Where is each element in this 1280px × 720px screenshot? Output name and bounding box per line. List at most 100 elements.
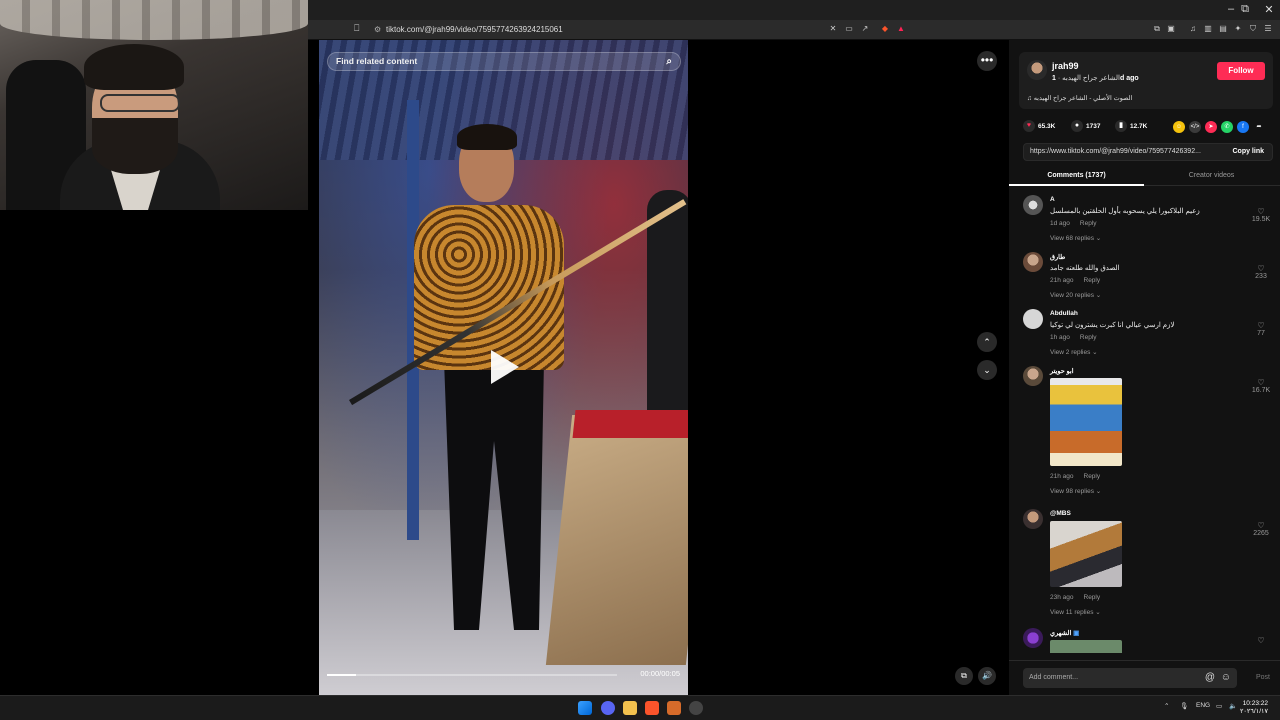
streamer-beard — [92, 118, 178, 174]
comment-like[interactable]: ♡ 233 — [1249, 264, 1273, 280]
embed-icon[interactable]: </> — [1189, 121, 1201, 133]
video-link[interactable]: https://www.tiktok.com/@jrah99/video/759… — [1030, 144, 1212, 160]
comment-image-sticker[interactable] — [1050, 378, 1122, 466]
vpn-icon[interactable]: ⛉ — [1248, 24, 1258, 34]
sidebar-icon[interactable]: ▥ — [1203, 24, 1213, 34]
comment-input[interactable]: Add comment... @ ☺ — [1023, 668, 1237, 688]
comment-author[interactable]: A — [1050, 196, 1055, 203]
tab-creator-videos[interactable]: Creator videos — [1144, 168, 1279, 186]
creator-username[interactable]: jrah99 — [1052, 61, 1079, 71]
file-explorer-icon[interactable] — [623, 701, 637, 715]
post-button[interactable]: Post — [1256, 668, 1270, 688]
windows-start-icon[interactable] — [578, 701, 592, 715]
save-stat[interactable]: ▮ 12.7K — [1115, 120, 1147, 134]
wallet-icon[interactable]: ▤ — [1218, 24, 1228, 34]
discord-icon[interactable] — [601, 701, 615, 715]
comment-like[interactable]: ♡ 77 — [1249, 321, 1273, 337]
comment-author[interactable]: Abdullah — [1050, 310, 1078, 317]
media-icon[interactable]: ♫ — [1188, 24, 1198, 34]
mention-icon[interactable]: @ — [1205, 668, 1215, 688]
comment-author[interactable]: ابو حويتر — [1050, 367, 1074, 375]
rewards-icon[interactable]: ▲ — [896, 24, 906, 34]
view-replies-label: View 20 replies — [1050, 292, 1094, 299]
avatar[interactable] — [1023, 309, 1043, 329]
view-replies[interactable]: View 98 replies ⌄ — [1050, 487, 1101, 495]
cast-icon[interactable]: ▭ — [844, 24, 854, 34]
tray-chevron-icon[interactable]: ⌃ — [1164, 702, 1169, 710]
comment-stat[interactable]: ● 1737 — [1071, 120, 1100, 134]
comment-like[interactable]: ♡ 19.5K — [1249, 207, 1273, 223]
site-info-icon[interactable]: ⚙ — [374, 22, 381, 38]
comment-image[interactable] — [1050, 521, 1122, 587]
leo-icon[interactable]: ✦ — [1233, 24, 1243, 34]
find-related-search[interactable]: Find related content ⌕ — [327, 52, 681, 71]
view-replies[interactable]: View 68 replies ⌄ — [1050, 234, 1101, 242]
follow-button[interactable]: Follow — [1217, 62, 1265, 80]
camera-off-icon[interactable]: ✕ — [828, 24, 838, 34]
brave-shield-icon[interactable]: ◆ — [880, 24, 890, 34]
tab-manager-icon[interactable]: ▣ — [1166, 24, 1176, 34]
comment-like[interactable]: ♡ — [1249, 636, 1273, 645]
reply-button[interactable]: Reply — [1080, 220, 1097, 227]
reply-button[interactable]: Reply — [1084, 594, 1101, 601]
avatar[interactable] — [1023, 366, 1043, 386]
sound-line[interactable]: ♫ الصوت الأصلي - الشاعر جراح الهيدبه — [1027, 94, 1132, 102]
search-icon[interactable]: ⌕ — [666, 53, 672, 70]
avatar[interactable] — [1023, 509, 1043, 529]
view-replies[interactable]: View 2 replies ⌄ — [1050, 348, 1098, 356]
comment-author[interactable]: طارق — [1050, 253, 1065, 261]
language-indicator[interactable]: ENG — [1196, 702, 1210, 709]
avatar[interactable] — [1023, 252, 1043, 272]
more-options-button[interactable]: ••• — [977, 51, 997, 71]
comment-author[interactable]: الشهري ▣ — [1050, 629, 1079, 637]
volume-tray-icon[interactable]: 🔈 — [1229, 702, 1237, 710]
reply-button[interactable]: Reply — [1080, 334, 1097, 341]
send-icon[interactable]: ➤ — [1205, 121, 1217, 133]
view-replies[interactable]: View 20 replies ⌄ — [1050, 291, 1101, 299]
brave-browser-icon[interactable] — [645, 701, 659, 715]
play-icon[interactable] — [491, 350, 519, 384]
creator-display-name[interactable]: الشاعر جراح الهيدبه — [1062, 75, 1120, 82]
share-more-icon[interactable]: ➦ — [1253, 121, 1265, 133]
tab-comments[interactable]: Comments (1737) — [1009, 168, 1144, 186]
comment-like-count: 16.7K — [1251, 387, 1271, 394]
network-icon[interactable]: ▭ — [1216, 702, 1222, 710]
extensions-icon[interactable]: ⧉ — [1152, 24, 1162, 34]
volume-icon[interactable]: 🔊 — [978, 667, 996, 685]
reply-button[interactable]: Reply — [1084, 473, 1101, 480]
menu-icon[interactable]: ☰ — [1263, 24, 1273, 34]
copy-link-button[interactable]: Copy link — [1232, 144, 1264, 160]
comment-image[interactable] — [1050, 640, 1122, 653]
clock[interactable]: 10:23:22 ٢٠٢٦/١/١٧ — [1240, 700, 1268, 716]
comment-text: الصدق والله طلعته جامد — [1050, 265, 1120, 272]
video-progress-bar[interactable] — [327, 674, 617, 676]
bookmark-icon[interactable]: ⎕ — [354, 23, 359, 34]
avatar[interactable] — [1023, 195, 1043, 215]
like-stat[interactable]: ♥ 65.3K — [1023, 120, 1055, 134]
mini-player-button[interactable]: ⧉ — [955, 667, 973, 685]
creator-avatar[interactable] — [1027, 60, 1047, 80]
comment-list: A زعيم البلاكبورا يلي يسحوبه بأول الحلقت… — [1009, 195, 1280, 653]
obs-icon[interactable] — [689, 701, 703, 715]
share-friends-icon[interactable]: ☺ — [1173, 121, 1185, 133]
share-page-icon[interactable]: ↗ — [860, 24, 870, 34]
comment-like[interactable]: ♡ 2265 — [1249, 521, 1273, 537]
video-player[interactable]: Find related content ⌕ 00:00/00:05 — [319, 40, 688, 695]
emoji-icon[interactable]: ☺ — [1221, 668, 1231, 688]
comment-like[interactable]: ♡ 16.7K — [1249, 378, 1273, 394]
video-progress-fill — [327, 674, 356, 676]
reply-button[interactable]: Reply — [1084, 277, 1101, 284]
copy-link-row: https://www.tiktok.com/@jrah99/video/759… — [1023, 143, 1273, 161]
view-replies[interactable]: View 11 replies ⌄ — [1050, 608, 1101, 616]
whatsapp-icon[interactable]: ✆ — [1221, 121, 1233, 133]
close-button[interactable]: ✕ — [1258, 3, 1280, 16]
restore-button[interactable]: ⧉ — [1234, 3, 1256, 16]
next-video-button[interactable]: ⌄ — [977, 360, 997, 380]
comment-author[interactable]: @MBS — [1050, 510, 1071, 517]
app-icon[interactable] — [667, 701, 681, 715]
scene-pool-table — [545, 415, 688, 665]
facebook-icon[interactable]: f — [1237, 121, 1249, 133]
previous-video-button[interactable]: ⌃ — [977, 332, 997, 352]
microphone-icon[interactable]: 🎙 — [1180, 702, 1188, 710]
avatar[interactable] — [1023, 628, 1043, 648]
